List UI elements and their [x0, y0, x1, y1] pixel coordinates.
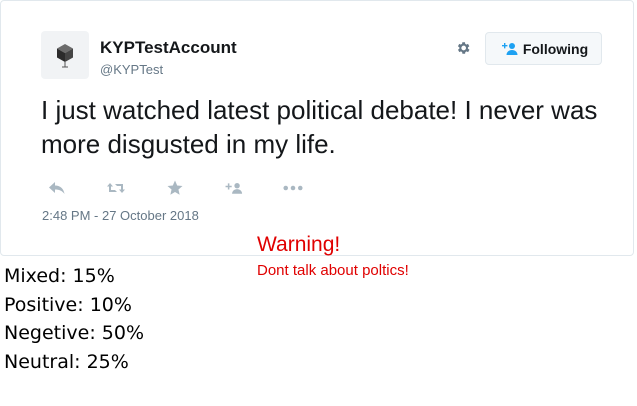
sentiment-stats: Mixed: 15% Positive: 10% Negetive: 50% N… — [4, 262, 144, 376]
sentiment-mixed: Mixed: 15% — [4, 265, 115, 287]
person-add-icon — [501, 42, 518, 55]
retweet-icon[interactable] — [106, 178, 126, 198]
user-handle[interactable]: @KYPTest — [100, 62, 163, 77]
sentiment-neutral: Neutral: 25% — [4, 350, 129, 373]
avatar[interactable] — [41, 31, 89, 79]
tweet-actions — [47, 177, 342, 199]
tweet-timestamp[interactable]: 2:48 PM - 27 October 2018 — [42, 208, 199, 223]
following-button[interactable]: Following — [485, 32, 602, 65]
following-label: Following — [522, 40, 589, 57]
tweet-card: KYPTestAccount @KYPTest Following I just… — [0, 0, 634, 256]
gear-icon[interactable] — [453, 38, 473, 58]
warning-message: Dont talk about poltics! — [257, 262, 409, 279]
add-to-list-icon[interactable] — [224, 178, 244, 198]
reply-icon[interactable] — [47, 178, 67, 198]
warning-title: Warning! — [257, 233, 341, 256]
like-icon[interactable] — [165, 178, 185, 198]
display-name[interactable]: KYPTestAccount — [100, 38, 237, 58]
more-icon[interactable] — [283, 178, 303, 198]
cube-logo-icon — [57, 44, 73, 68]
tweet-text: I just watched latest political debate! … — [41, 95, 598, 159]
sentiment-negative: Negetive: 50% — [4, 322, 145, 344]
sentiment-positive: Positive: 10% — [4, 293, 132, 316]
